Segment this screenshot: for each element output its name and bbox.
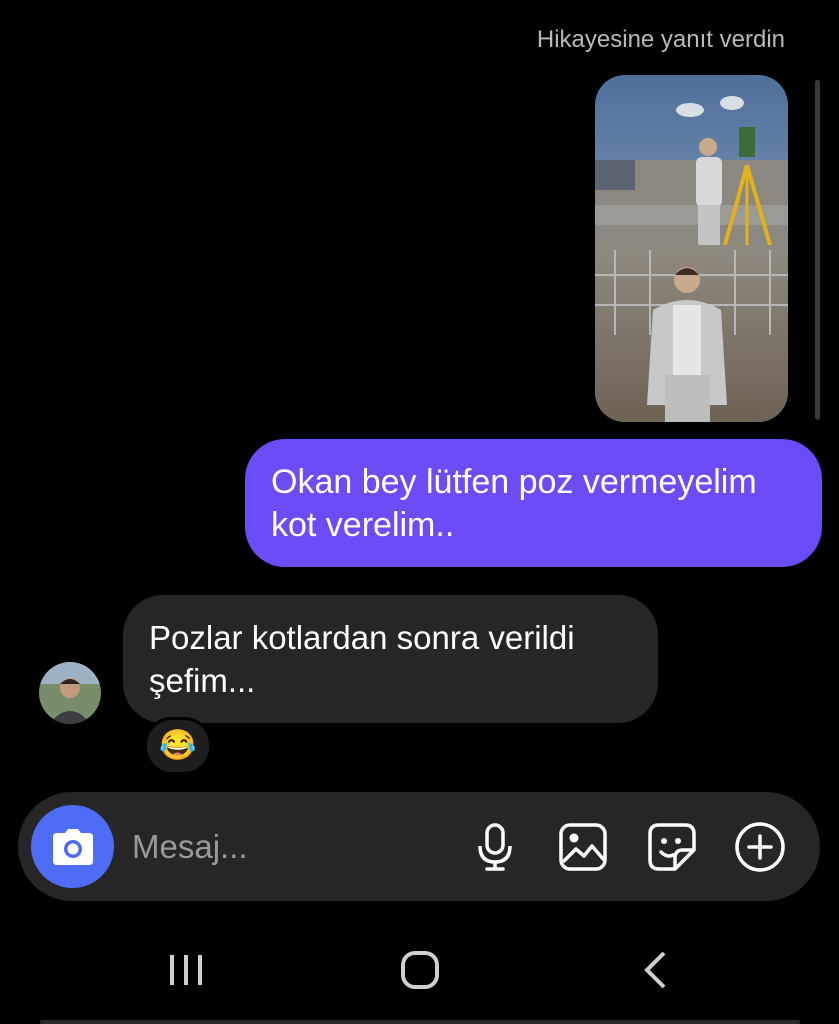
back-icon <box>644 951 666 989</box>
camera-icon <box>52 828 93 865</box>
back-button[interactable] <box>620 945 690 995</box>
outgoing-message-text: Okan bey lütfen poz vermeyelim kot verel… <box>271 463 757 544</box>
incoming-message-text: Pozlar kotlardan sonra verildi şefim... <box>149 619 575 699</box>
screen-bottom-edge <box>40 1020 800 1024</box>
sticker-icon <box>648 823 696 871</box>
home-icon <box>401 951 439 989</box>
microphone-icon <box>478 823 512 871</box>
reaction-badge[interactable]: 😂 <box>144 717 212 775</box>
scroll-indicator[interactable] <box>815 80 820 420</box>
camera-button[interactable] <box>31 805 114 888</box>
message-input[interactable] <box>130 822 434 872</box>
incoming-message[interactable]: Pozlar kotlardan sonra verildi şefim... <box>123 595 658 723</box>
laughing-emoji-icon: 😂 <box>159 729 197 762</box>
add-button[interactable] <box>732 819 788 875</box>
story-reply-label: Hikayesine yanıt verdin <box>536 26 785 53</box>
avatar[interactable] <box>39 662 101 724</box>
add-icon <box>735 822 785 872</box>
gallery-icon <box>559 823 607 871</box>
story-thumbnail[interactable] <box>595 75 788 422</box>
outgoing-message[interactable]: Okan bey lütfen poz vermeyelim kot verel… <box>245 439 822 567</box>
sticker-button[interactable] <box>644 819 700 875</box>
gallery-button[interactable] <box>555 819 611 875</box>
message-composer <box>18 792 820 901</box>
recent-apps-button[interactable] <box>151 945 221 995</box>
home-button[interactable] <box>385 945 455 995</box>
microphone-button[interactable] <box>467 819 523 875</box>
recent-apps-icon <box>170 955 202 985</box>
